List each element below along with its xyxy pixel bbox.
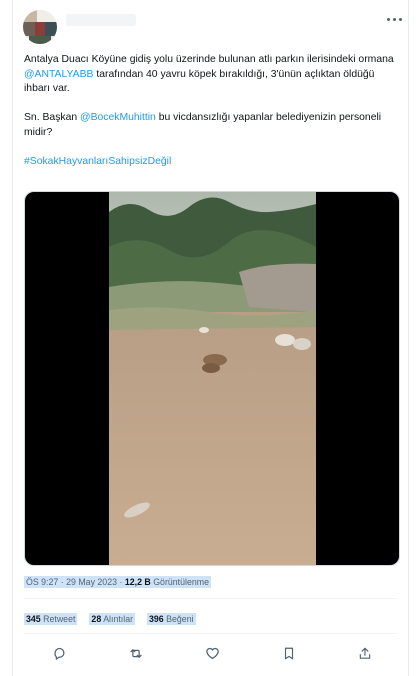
divider [24,598,397,599]
quotes-count: 28 [91,614,102,624]
mention-bocekmuhittin[interactable]: @BocekMuhittin [80,112,156,123]
tweet-paragraph-2: Sn. Başkan @BocekMuhittin bu vicdansızlı… [24,111,396,140]
tweet-paragraph-3: #SokakHayvanlarıSahipsizDeğil [24,155,396,170]
more-icon[interactable] [384,13,404,25]
likes-count: 396 [149,614,164,624]
meta-separator: · [119,577,123,587]
heart-icon[interactable] [203,644,221,662]
video-frame [109,192,316,565]
tweet-time[interactable]: ÖS 9:27 [26,577,58,587]
tweet-text: Antalya Duacı Köyüne gidiş yolu üzerinde… [24,53,396,170]
retweets-count: 345 [26,614,41,624]
tweet-paragraph-1: Antalya Duacı Köyüne gidiş yolu üzerinde… [24,53,396,97]
meta-separator: · [60,577,64,587]
divider [24,633,397,634]
text-span: Sn. Başkan [24,112,81,124]
text-span: Antalya Duacı Köyüne gidiş yolu üzerinde… [24,54,394,65]
retweets-stat[interactable]: 345 Retweet [24,613,78,625]
likes-stat[interactable]: 396 Beğeni [147,613,196,625]
quotes-stat[interactable]: 28 Alıntılar [89,613,136,625]
views-count: 12,2 B [124,577,151,587]
blurred-username [66,14,136,26]
views-label: Görüntülenme [153,577,209,587]
quotes-label: Alıntılar [103,614,134,624]
retweet-icon[interactable] [127,644,145,662]
bookmark-icon[interactable] [280,644,298,662]
reply-icon[interactable] [50,644,68,662]
action-bar [24,640,400,666]
mention-antalyabb[interactable]: @ANTALYABB [24,69,93,80]
tweet-stats: 345 Retweet 28 Alıntılar 396 Beğeni [24,613,208,625]
video-player[interactable] [24,191,400,566]
likes-label: Beğeni [166,614,194,624]
retweets-label: Retweet [43,614,76,624]
avatar[interactable] [23,10,57,44]
tweet-date[interactable]: 29 May 2023 [66,577,117,587]
hashtag-link[interactable]: #SokakHayvanlarıSahipsizDeğil [24,156,171,167]
share-icon[interactable] [356,644,374,662]
tweet-meta: ÖS 9:27 · 29 May 2023 · 12,2 B Görüntüle… [24,576,211,588]
